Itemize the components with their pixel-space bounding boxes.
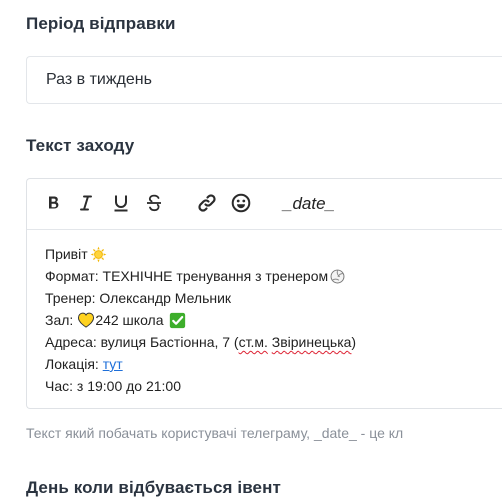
period-select[interactable]: Раз в тиждень — [26, 56, 502, 104]
format-text: Формат: ТЕХНІЧНЕ тренування з тренером — [45, 268, 329, 284]
check-mark-emoji-icon — [169, 312, 185, 328]
hall-value: 242 школа — [95, 312, 164, 328]
location-link[interactable]: тут — [103, 353, 123, 375]
bold-icon — [49, 196, 59, 209]
location-prefix: Локація: — [45, 356, 99, 372]
period-label: Період відправки — [26, 14, 176, 33]
time-text: Час: з 19:00 до 21:00 — [45, 378, 182, 394]
trainer-text: Тренер: Олександр Мельник — [45, 290, 232, 306]
yellow-heart-emoji-icon — [78, 312, 95, 328]
emoji-button[interactable] — [229, 191, 253, 215]
line-hall: Зал: 242 школа — [45, 309, 502, 331]
greeting-text: Привіт — [45, 246, 88, 262]
link-button[interactable] — [195, 191, 219, 215]
line-greeting: Привіт — [45, 243, 502, 265]
underline-button[interactable] — [111, 191, 131, 215]
insert-date-button[interactable]: _date_ — [279, 192, 339, 216]
italic-icon — [80, 195, 92, 211]
rich-text-editor[interactable]: _date_ Привіт Формат: ТЕХНІЧНЕ тренуванн… — [26, 178, 502, 409]
strikethrough-button[interactable] — [144, 191, 164, 215]
emoji-icon — [231, 193, 251, 213]
line-location: Локація: тут — [45, 353, 502, 375]
event-text-helper: Текст який побачать користувачі телеграм… — [26, 425, 404, 441]
editor-content[interactable]: Привіт Формат: ТЕХНІЧНЕ тренування з тре… — [45, 243, 502, 397]
strikethrough-icon — [147, 194, 161, 212]
underline-icon — [114, 195, 128, 212]
address-station-misspelled: Звіринецька — [271, 334, 352, 350]
sun-emoji-icon — [90, 246, 106, 262]
link-icon — [198, 194, 216, 212]
event-settings-form: Період відправки Раз в тиждень Текст зах… — [0, 0, 502, 503]
bold-button[interactable] — [45, 191, 63, 215]
address-abbr-misspelled: ст.м. — [238, 334, 268, 350]
address-suffix: ) — [351, 334, 357, 350]
line-format: Формат: ТЕХНІЧНЕ тренування з тренером — [45, 265, 502, 287]
address-prefix: Адреса: вулиця Бастіонна, 7 ( — [45, 334, 239, 350]
event-day-label: День коли відбувається івент — [26, 478, 281, 497]
event-text-label: Текст заходу — [26, 136, 135, 155]
line-address: Адреса: вулиця Бастіонна, 7 (ст.м. Звіри… — [45, 331, 502, 353]
volleyball-emoji-icon — [330, 269, 345, 283]
hall-prefix: Зал: — [45, 312, 74, 328]
line-time: Час: з 19:00 до 21:00 — [45, 375, 502, 397]
editor-toolbar: _date_ — [27, 179, 502, 230]
italic-button[interactable] — [77, 191, 95, 215]
line-trainer: Тренер: Олександр Мельник — [45, 287, 502, 309]
